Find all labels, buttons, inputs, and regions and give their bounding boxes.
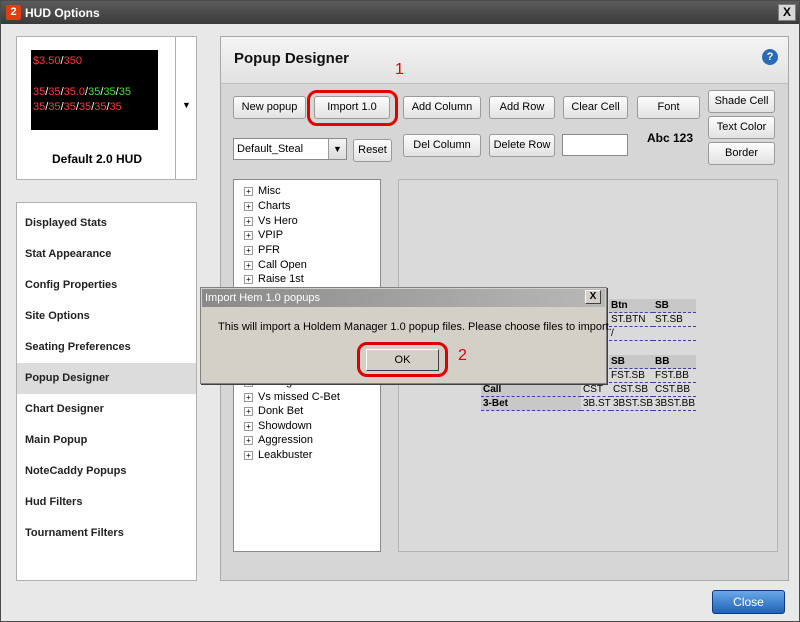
annotation-highlight-import bbox=[307, 90, 398, 126]
expand-icon[interactable]: + bbox=[244, 186, 253, 196]
delete-row-button[interactable]: Delete Row bbox=[489, 134, 555, 157]
expand-icon[interactable]: + bbox=[244, 230, 253, 240]
grid-row-label[interactable]: 3-Bet bbox=[481, 397, 581, 411]
app-logo-icon: 2 bbox=[6, 5, 21, 20]
tree-item-leakbuster[interactable]: + Leakbuster bbox=[244, 449, 312, 461]
chevron-down-icon: ▼ bbox=[182, 100, 191, 110]
hud-line-2: 35/35/35.0/35/35/35 bbox=[33, 86, 131, 98]
add-row-button[interactable]: Add Row bbox=[489, 96, 555, 119]
hud-name-label: Default 2.0 HUD bbox=[51, 152, 143, 166]
border-button[interactable]: Border bbox=[708, 142, 775, 165]
del-column-button[interactable]: Del Column bbox=[403, 134, 481, 157]
expand-icon[interactable]: + bbox=[244, 201, 253, 211]
sidebar-item-main-popup[interactable]: Main Popup bbox=[17, 425, 196, 456]
font-preview: Abc 123 bbox=[647, 131, 694, 145]
grid-cell[interactable]: FST.BB bbox=[653, 369, 696, 383]
sidebar-item-popup-designer[interactable]: Popup Designer bbox=[17, 363, 196, 394]
tree-item-donk-bet[interactable]: + Donk Bet bbox=[244, 405, 303, 417]
tree-item-showdown[interactable]: + Showdown bbox=[244, 420, 312, 432]
text-color-button[interactable]: Text Color bbox=[708, 116, 775, 139]
grid-cell[interactable]: 3BST.BB bbox=[653, 397, 696, 411]
annotation-highlight-ok bbox=[357, 342, 448, 377]
grid-cell[interactable]: CST.SB bbox=[611, 383, 653, 397]
new-popup-button[interactable]: New popup bbox=[233, 96, 306, 119]
sidebar-item-config-properties[interactable]: Config Properties bbox=[17, 270, 196, 301]
sidebar-item-stat-appearance[interactable]: Stat Appearance bbox=[17, 239, 196, 270]
title-bar[interactable]: 2 HUD Options X bbox=[1, 1, 799, 24]
expand-icon[interactable]: + bbox=[244, 435, 253, 445]
hud-select-dropdown[interactable]: ▼ bbox=[175, 36, 197, 180]
hud-preview-image: $3.50/350 35/35/35.0/35/35/35 35/35/35/3… bbox=[31, 50, 158, 130]
expand-icon[interactable]: + bbox=[244, 450, 253, 460]
grid-cell[interactable]: CST bbox=[581, 383, 611, 397]
popup-select[interactable]: Default_Steal ▼ bbox=[233, 138, 347, 160]
sidebar-item-seating-preferences[interactable]: Seating Preferences bbox=[17, 332, 196, 363]
expand-icon[interactable]: + bbox=[244, 260, 253, 270]
sidebar-item-tournament-filters[interactable]: Tournament Filters bbox=[17, 518, 196, 549]
tree-item-pfr[interactable]: + PFR bbox=[244, 244, 280, 256]
tree-item-vpip[interactable]: + VPIP bbox=[244, 229, 283, 241]
grid-header-cell[interactable]: Btn bbox=[609, 299, 653, 313]
cell-text-input[interactable] bbox=[562, 134, 628, 156]
grid-header-cell[interactable]: SB bbox=[653, 299, 696, 313]
hud-options-window: 2 HUD Options X $3.50/350 35/35/35.0/35/… bbox=[0, 0, 800, 622]
grid-cell[interactable]: ST.SB bbox=[653, 313, 696, 327]
dialog-title-bar[interactable]: Import Hem 1.0 popups bbox=[202, 289, 605, 307]
dialog-close-icon[interactable]: X bbox=[585, 290, 601, 304]
close-button[interactable]: Close bbox=[712, 590, 785, 614]
grid-header-cell[interactable]: SB bbox=[609, 355, 653, 369]
grid-cell[interactable]: CST.BB bbox=[653, 383, 696, 397]
hud-line-3: 35/35/35/35/35/35 bbox=[33, 101, 122, 113]
popup-select-value: Default_Steal bbox=[237, 143, 304, 155]
annotation-step-2: 2 bbox=[458, 347, 467, 364]
hud-line-1: $3.50/350 bbox=[33, 55, 82, 67]
tree-item-vs-hero[interactable]: + Vs Hero bbox=[244, 215, 298, 227]
grid-cell[interactable]: 3BST.SB bbox=[611, 397, 653, 411]
dialog-title: Import Hem 1.0 popups bbox=[205, 292, 320, 304]
tree-item-vs-missed-cbet[interactable]: + Vs missed C-Bet bbox=[244, 391, 340, 403]
sidebar-nav: Displayed Stats Stat Appearance Config P… bbox=[16, 202, 197, 581]
sidebar-item-displayed-stats[interactable]: Displayed Stats bbox=[17, 208, 196, 239]
hud-preview[interactable]: $3.50/350 35/35/35.0/35/35/35 35/35/35/3… bbox=[16, 36, 197, 180]
expand-icon[interactable]: + bbox=[244, 406, 253, 416]
tree-item-aggression[interactable]: + Aggression bbox=[244, 434, 313, 446]
sidebar-item-hud-filters[interactable]: Hud Filters bbox=[17, 487, 196, 518]
expand-icon[interactable]: + bbox=[244, 392, 253, 402]
page-title: Popup Designer bbox=[234, 50, 350, 67]
reset-button[interactable]: Reset bbox=[353, 139, 392, 162]
shade-cell-button[interactable]: Shade Cell bbox=[708, 90, 775, 113]
grid-cell[interactable]: FST.SB bbox=[609, 369, 653, 383]
sidebar-item-site-options[interactable]: Site Options bbox=[17, 301, 196, 332]
tree-item-misc[interactable]: + Misc bbox=[244, 185, 281, 197]
sidebar-item-notecaddy-popups[interactable]: NoteCaddy Popups bbox=[17, 456, 196, 487]
font-button[interactable]: Font bbox=[637, 96, 700, 119]
expand-icon[interactable]: + bbox=[244, 274, 253, 284]
dialog-message: This will import a Holdem Manager 1.0 po… bbox=[218, 321, 612, 333]
tree-item-raise-1st[interactable]: + Raise 1st bbox=[244, 273, 304, 285]
expand-icon[interactable]: + bbox=[244, 421, 253, 431]
window-close-icon[interactable]: X bbox=[778, 4, 796, 21]
chevron-down-icon[interactable]: ▼ bbox=[328, 139, 346, 159]
expand-icon[interactable]: + bbox=[244, 245, 253, 255]
grid-cell[interactable] bbox=[653, 327, 696, 341]
panel-header: Popup Designer ? bbox=[221, 37, 788, 84]
help-icon[interactable]: ? bbox=[762, 49, 778, 65]
clear-cell-button[interactable]: Clear Cell bbox=[563, 96, 628, 119]
window-title: HUD Options bbox=[25, 6, 100, 20]
expand-icon[interactable]: + bbox=[244, 216, 253, 226]
grid-cell[interactable]: / bbox=[609, 327, 653, 341]
grid-cell[interactable]: ST.BTN bbox=[609, 313, 653, 327]
grid-row-label[interactable]: Call bbox=[481, 383, 581, 397]
annotation-step-1: 1 bbox=[395, 61, 404, 78]
grid-cell[interactable]: 3B.ST bbox=[581, 397, 611, 411]
tree-item-call-open[interactable]: + Call Open bbox=[244, 259, 307, 271]
tree-item-charts[interactable]: + Charts bbox=[244, 200, 290, 212]
add-column-button[interactable]: Add Column bbox=[403, 96, 481, 119]
grid-header-cell[interactable]: BB bbox=[653, 355, 696, 369]
sidebar-item-chart-designer[interactable]: Chart Designer bbox=[17, 394, 196, 425]
